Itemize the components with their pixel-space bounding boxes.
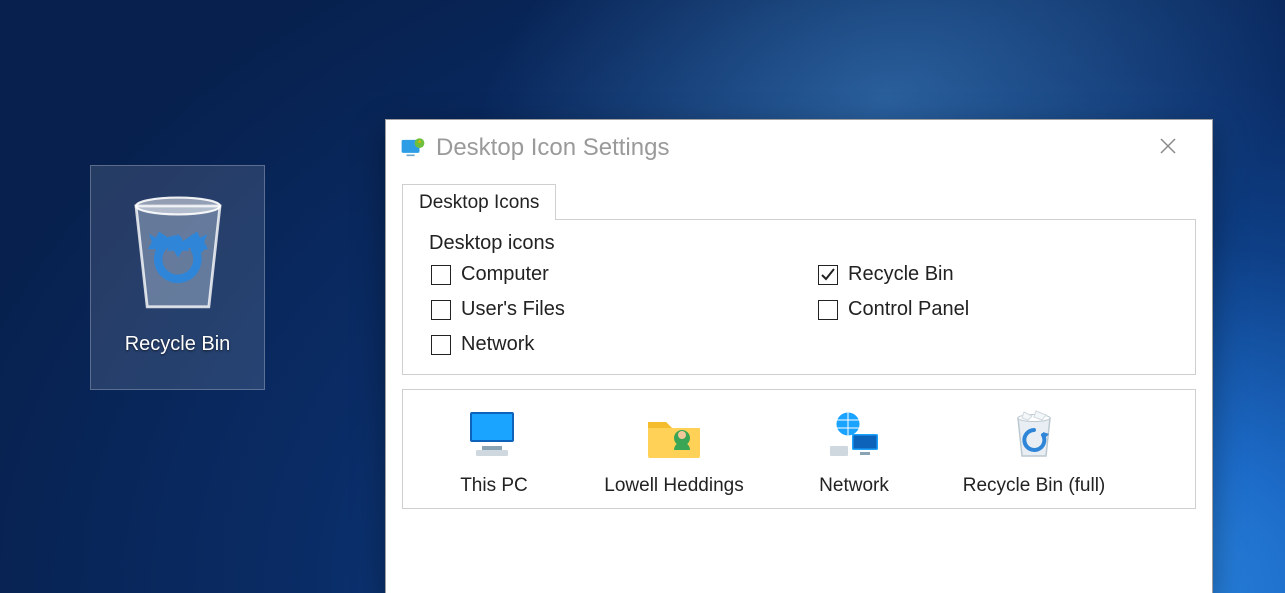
- checkbox-label: User's Files: [461, 298, 565, 321]
- dialog-title: Desktop Icon Settings: [436, 134, 669, 162]
- desktop-background: Recycle Bin Desktop Icon Settings: [0, 0, 1285, 593]
- close-icon: [1159, 135, 1177, 161]
- recycle-bin-full-icon: [1002, 406, 1066, 468]
- checkbox-computer[interactable]: Computer: [431, 263, 788, 286]
- checkbox-label: Network: [461, 333, 534, 356]
- user-folder-icon: [642, 406, 706, 468]
- checkbox-label: Computer: [461, 263, 549, 286]
- this-pc-icon: [462, 406, 526, 468]
- checkbox-control-panel[interactable]: Control Panel: [818, 298, 1175, 321]
- preview-item-user-folder[interactable]: Lowell Heddings: [589, 406, 759, 498]
- preview-item-label: Lowell Heddings: [604, 474, 743, 498]
- desktop-icon-recycle-bin[interactable]: Recycle Bin: [90, 165, 265, 390]
- dialog-client-area: Desktop Icons Desktop icons Computer: [386, 175, 1212, 593]
- preview-item-network[interactable]: Network: [769, 406, 939, 498]
- preview-item-label: Recycle Bin (full): [963, 474, 1106, 498]
- tabstrip: Desktop Icons: [402, 183, 1196, 219]
- titlebar[interactable]: Desktop Icon Settings: [386, 120, 1212, 175]
- network-icon: [822, 406, 886, 468]
- desktop-icon-label: Recycle Bin: [125, 333, 231, 356]
- checkbox-recycle-bin[interactable]: Recycle Bin: [818, 263, 1175, 286]
- dialog-desktop-icon-settings: Desktop Icon Settings Desktop Icons Desk…: [385, 119, 1213, 593]
- checkbox-box: [431, 265, 451, 285]
- groupbox-title: Desktop icons: [429, 232, 1175, 255]
- tab-desktop-icons[interactable]: Desktop Icons: [402, 184, 556, 220]
- preview-item-label: This PC: [460, 474, 528, 498]
- checkbox-box: [431, 335, 451, 355]
- checkbox-box: [818, 300, 838, 320]
- preview-item-recycle-bin-full[interactable]: Recycle Bin (full): [949, 406, 1119, 498]
- tab-label: Desktop Icons: [419, 192, 539, 213]
- icon-preview-list: This PC Lowell Heddings: [402, 389, 1196, 509]
- groupbox-desktop-icons: Desktop icons Computer Recycle Bin: [402, 219, 1196, 375]
- preview-item-label: Network: [819, 474, 889, 498]
- checkbox-users-files[interactable]: User's Files: [431, 298, 788, 321]
- checkbox-network[interactable]: Network: [431, 333, 788, 356]
- settings-app-icon: [400, 135, 426, 161]
- checkbox-label: Control Panel: [848, 298, 969, 321]
- close-button[interactable]: [1138, 128, 1198, 168]
- recycle-bin-icon: [108, 166, 248, 323]
- preview-item-this-pc[interactable]: This PC: [409, 406, 579, 498]
- checkbox-label: Recycle Bin: [848, 263, 954, 286]
- checkbox-box: [431, 300, 451, 320]
- checkbox-box: [818, 265, 838, 285]
